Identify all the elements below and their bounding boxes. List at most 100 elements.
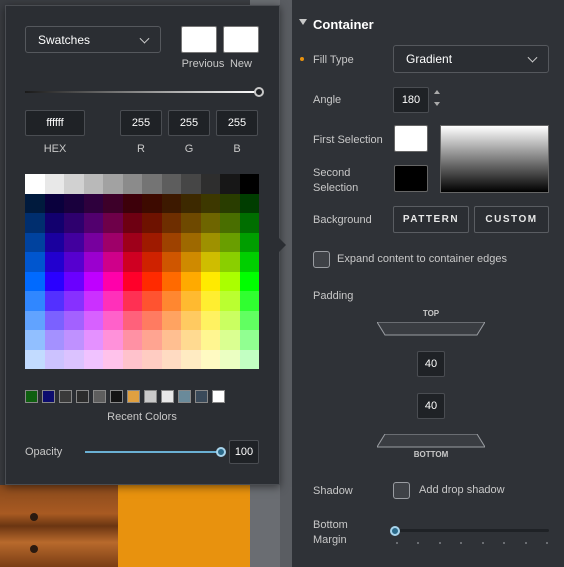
second-selection-swatch[interactable] — [394, 165, 428, 192]
recent-color-swatch[interactable] — [76, 390, 89, 403]
color-swatch[interactable] — [122, 174, 142, 194]
color-swatch[interactable] — [200, 213, 220, 233]
color-swatch[interactable] — [64, 232, 84, 252]
color-swatch[interactable] — [25, 193, 45, 213]
color-swatch[interactable] — [44, 174, 64, 194]
r-input[interactable]: 255 — [120, 110, 162, 136]
color-swatch[interactable] — [103, 349, 123, 369]
color-swatch[interactable] — [44, 213, 64, 233]
color-swatch[interactable] — [44, 330, 64, 350]
color-swatch[interactable] — [161, 252, 181, 272]
color-swatch[interactable] — [200, 349, 220, 369]
recent-color-swatch[interactable] — [144, 390, 157, 403]
color-swatch[interactable] — [103, 232, 123, 252]
color-swatch[interactable] — [161, 213, 181, 233]
padding-top-input[interactable]: 40 — [417, 351, 445, 377]
color-swatch[interactable] — [161, 291, 181, 311]
color-swatch[interactable] — [25, 271, 45, 291]
recent-color-swatch[interactable] — [42, 390, 55, 403]
color-swatch[interactable] — [161, 193, 181, 213]
color-swatch[interactable] — [122, 291, 142, 311]
color-swatch[interactable] — [181, 349, 201, 369]
color-swatch[interactable] — [83, 252, 103, 272]
color-swatch[interactable] — [220, 271, 240, 291]
color-swatch[interactable] — [142, 330, 162, 350]
color-swatch[interactable] — [25, 174, 45, 194]
color-swatch[interactable] — [25, 349, 45, 369]
color-swatch[interactable] — [64, 174, 84, 194]
new-color-swatch[interactable] — [223, 26, 259, 53]
color-swatch[interactable] — [83, 232, 103, 252]
recent-color-swatch[interactable] — [59, 390, 72, 403]
color-swatch[interactable] — [181, 232, 201, 252]
brightness-slider-handle[interactable] — [254, 87, 264, 97]
color-swatch[interactable] — [220, 310, 240, 330]
color-swatch[interactable] — [83, 174, 103, 194]
color-swatch[interactable] — [239, 213, 259, 233]
color-swatch[interactable] — [239, 174, 259, 194]
color-swatch[interactable] — [64, 310, 84, 330]
color-swatch[interactable] — [181, 291, 201, 311]
color-swatch[interactable] — [181, 310, 201, 330]
color-swatch[interactable] — [122, 349, 142, 369]
hex-input[interactable]: ffffff — [25, 110, 85, 136]
recent-color-swatch[interactable] — [25, 390, 38, 403]
color-swatch[interactable] — [239, 291, 259, 311]
color-swatch[interactable] — [220, 252, 240, 272]
color-swatch[interactable] — [200, 271, 220, 291]
color-swatch[interactable] — [220, 330, 240, 350]
color-swatch[interactable] — [122, 213, 142, 233]
color-swatch[interactable] — [103, 291, 123, 311]
color-swatch[interactable] — [25, 213, 45, 233]
brightness-slider-track[interactable] — [25, 91, 259, 93]
color-swatch[interactable] — [220, 349, 240, 369]
drop-shadow-checkbox[interactable] — [393, 482, 410, 499]
color-swatch[interactable] — [161, 232, 181, 252]
color-swatch[interactable] — [142, 271, 162, 291]
color-swatch[interactable] — [220, 291, 240, 311]
color-swatch[interactable] — [83, 271, 103, 291]
g-input[interactable]: 255 — [168, 110, 210, 136]
color-swatch[interactable] — [64, 193, 84, 213]
color-swatch[interactable] — [220, 174, 240, 194]
color-swatch[interactable] — [220, 193, 240, 213]
color-swatch[interactable] — [181, 174, 201, 194]
color-swatch[interactable] — [25, 232, 45, 252]
b-input[interactable]: 255 — [216, 110, 258, 136]
color-swatch[interactable] — [103, 271, 123, 291]
color-swatch[interactable] — [122, 232, 142, 252]
color-swatch[interactable] — [142, 349, 162, 369]
recent-color-swatch[interactable] — [161, 390, 174, 403]
color-swatch[interactable] — [83, 310, 103, 330]
color-swatch[interactable] — [44, 232, 64, 252]
color-swatch[interactable] — [64, 213, 84, 233]
recent-color-swatch[interactable] — [178, 390, 191, 403]
color-swatch[interactable] — [25, 330, 45, 350]
color-swatch[interactable] — [161, 271, 181, 291]
picker-mode-dropdown[interactable]: Swatches — [25, 26, 161, 53]
color-swatch[interactable] — [161, 310, 181, 330]
color-swatch[interactable] — [181, 252, 201, 272]
recent-color-swatch[interactable] — [195, 390, 208, 403]
color-swatch[interactable] — [103, 330, 123, 350]
fill-type-dropdown[interactable]: Gradient — [393, 45, 549, 73]
color-swatch[interactable] — [239, 349, 259, 369]
recent-color-swatch[interactable] — [127, 390, 140, 403]
color-swatch[interactable] — [103, 252, 123, 272]
color-swatch[interactable] — [200, 252, 220, 272]
color-swatch[interactable] — [239, 271, 259, 291]
color-swatch[interactable] — [64, 349, 84, 369]
color-swatch[interactable] — [142, 213, 162, 233]
color-swatch[interactable] — [200, 193, 220, 213]
color-swatch[interactable] — [161, 349, 181, 369]
color-swatch[interactable] — [122, 310, 142, 330]
color-swatch[interactable] — [142, 252, 162, 272]
expand-content-checkbox[interactable] — [313, 251, 330, 268]
color-swatch[interactable] — [200, 174, 220, 194]
opacity-input[interactable]: 100 — [229, 440, 259, 464]
color-swatch[interactable] — [83, 213, 103, 233]
gradient-preview[interactable] — [440, 125, 549, 193]
color-swatch[interactable] — [142, 232, 162, 252]
color-swatch[interactable] — [83, 349, 103, 369]
color-swatch[interactable] — [25, 252, 45, 272]
